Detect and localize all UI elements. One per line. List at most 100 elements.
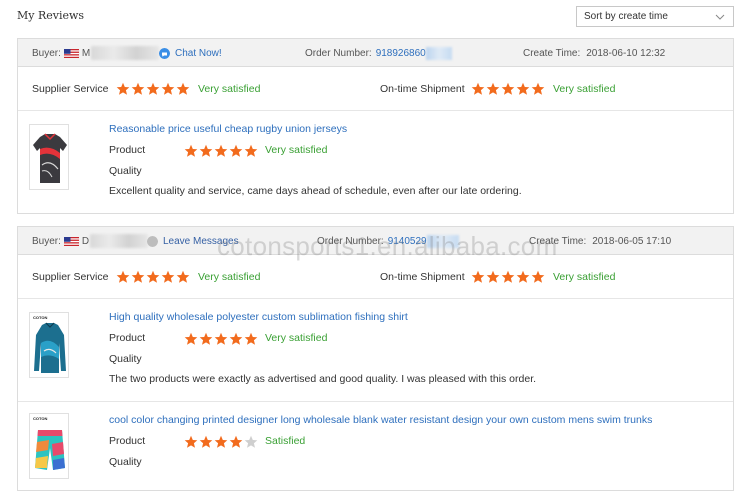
product-review: COTON High quality wholesale polyester c…	[18, 299, 733, 402]
buyer-name-redacted	[91, 46, 160, 60]
star-filled-icon	[214, 332, 228, 345]
ontime-shipment-stars	[471, 82, 545, 96]
order-number-redacted	[425, 46, 452, 60]
supplier-service-rating-text: Very satisfied	[198, 83, 261, 95]
fishing-shirt-image: COTON	[30, 313, 68, 377]
star-filled-icon	[199, 435, 213, 448]
product-rating-text: Satisfied	[265, 435, 306, 447]
review-header: Buyer: M Chat Now! Order Number: 9189268…	[18, 39, 733, 67]
supplier-service-stars	[116, 82, 190, 96]
star-empty-icon	[244, 435, 258, 448]
service-ratings-row: Supplier Service Very satisfied On-time …	[18, 67, 733, 111]
chat-now-link[interactable]: Chat Now!	[175, 48, 222, 59]
product-title-link[interactable]: cool color changing printed designer lon…	[109, 414, 652, 426]
product-rating-text: Very satisfied	[265, 144, 328, 156]
order-number-redacted	[426, 234, 459, 248]
create-time-label: Create Time:	[523, 47, 581, 59]
product-review: Reasonable price useful cheap rugby unio…	[18, 111, 733, 213]
star-filled-icon	[516, 82, 530, 95]
jersey-image	[30, 125, 68, 189]
star-filled-icon	[161, 270, 175, 283]
product-rating-text: Very satisfied	[265, 332, 328, 344]
supplier-service-rating-text: Very satisfied	[198, 271, 261, 283]
create-time-value: 2018-06-10 12:32	[586, 47, 666, 59]
order-number-link[interactable]: 918926860	[376, 48, 426, 59]
chat-icon[interactable]	[159, 47, 170, 59]
us-flag-icon	[63, 236, 79, 246]
quality-label: Quality	[109, 456, 142, 468]
star-filled-icon	[471, 270, 485, 283]
product-thumbnail[interactable]: COTON	[29, 413, 69, 479]
sort-select[interactable]: Sort by create time	[576, 6, 734, 27]
star-filled-icon	[184, 435, 198, 448]
star-filled-icon	[229, 332, 243, 345]
us-flag-icon	[63, 48, 79, 58]
supplier-service-stars	[116, 270, 190, 284]
product-title-link[interactable]: High quality wholesale polyester custom …	[109, 311, 408, 323]
star-filled-icon	[131, 82, 145, 95]
quality-label: Quality	[109, 353, 142, 365]
star-filled-icon	[229, 435, 243, 448]
review-comment: The two products were exactly as adverti…	[109, 373, 537, 385]
star-filled-icon	[184, 332, 198, 345]
order-number-link[interactable]: 9140529	[388, 236, 427, 247]
message-icon[interactable]	[147, 235, 158, 247]
star-filled-icon	[244, 332, 258, 345]
product-label: Product	[109, 435, 146, 447]
leave-messages-link[interactable]: Leave Messages	[163, 236, 239, 247]
order-number-label: Order Number:	[317, 235, 384, 247]
star-filled-icon	[516, 270, 530, 283]
product-label: Product	[109, 332, 146, 344]
review-comment: Excellent quality and service, came days…	[109, 185, 522, 197]
product-rating-stars	[184, 435, 258, 449]
product-thumbnail[interactable]	[29, 124, 69, 190]
star-filled-icon	[531, 270, 545, 283]
star-filled-icon	[244, 144, 258, 157]
buyer-name-redacted	[90, 234, 149, 248]
product-thumbnail[interactable]: COTON	[29, 312, 69, 378]
product-label: Product	[109, 144, 146, 156]
star-filled-icon	[116, 82, 130, 95]
create-time-value: 2018-06-05 17:10	[592, 235, 672, 247]
buyer-name: D	[81, 235, 90, 247]
star-filled-icon	[199, 332, 213, 345]
star-filled-icon	[146, 82, 160, 95]
star-filled-icon	[131, 270, 145, 283]
thumb-brand: COTON	[33, 315, 47, 320]
product-rating-stars	[184, 332, 258, 346]
review-card: Buyer: M Chat Now! Order Number: 9189268…	[17, 38, 734, 214]
star-filled-icon	[146, 270, 160, 283]
buyer-label: Buyer:	[32, 47, 61, 59]
buyer-name: M	[81, 47, 91, 59]
star-filled-icon	[199, 144, 213, 157]
star-filled-icon	[501, 82, 515, 95]
ontime-shipment-label: On-time Shipment	[380, 271, 465, 283]
review-card: Buyer: D Leave Messages Order Number: 91…	[17, 226, 734, 491]
star-filled-icon	[531, 82, 545, 95]
ontime-shipment-rating-text: Very satisfied	[553, 271, 616, 283]
create-time-label: Create Time:	[529, 235, 587, 247]
star-filled-icon	[176, 270, 190, 283]
star-filled-icon	[486, 270, 500, 283]
star-filled-icon	[116, 270, 130, 283]
star-filled-icon	[184, 144, 198, 157]
star-filled-icon	[486, 82, 500, 95]
sort-select-label: Sort by create time	[584, 11, 668, 22]
product-title-link[interactable]: Reasonable price useful cheap rugby unio…	[109, 123, 347, 135]
star-filled-icon	[471, 82, 485, 95]
thumb-brand: COTON	[33, 416, 47, 421]
ontime-shipment-label: On-time Shipment	[380, 83, 465, 95]
product-rating-stars	[184, 144, 258, 158]
review-header: Buyer: D Leave Messages Order Number: 91…	[18, 227, 733, 255]
quality-label: Quality	[109, 165, 142, 177]
swim-trunks-image: COTON	[30, 414, 68, 478]
star-filled-icon	[229, 144, 243, 157]
page-title: My Reviews	[17, 9, 85, 22]
star-filled-icon	[501, 270, 515, 283]
star-filled-icon	[214, 435, 228, 448]
star-filled-icon	[176, 82, 190, 95]
star-filled-icon	[161, 82, 175, 95]
order-number-label: Order Number:	[305, 47, 372, 59]
ontime-shipment-stars	[471, 270, 545, 284]
chevron-down-icon	[715, 14, 725, 20]
